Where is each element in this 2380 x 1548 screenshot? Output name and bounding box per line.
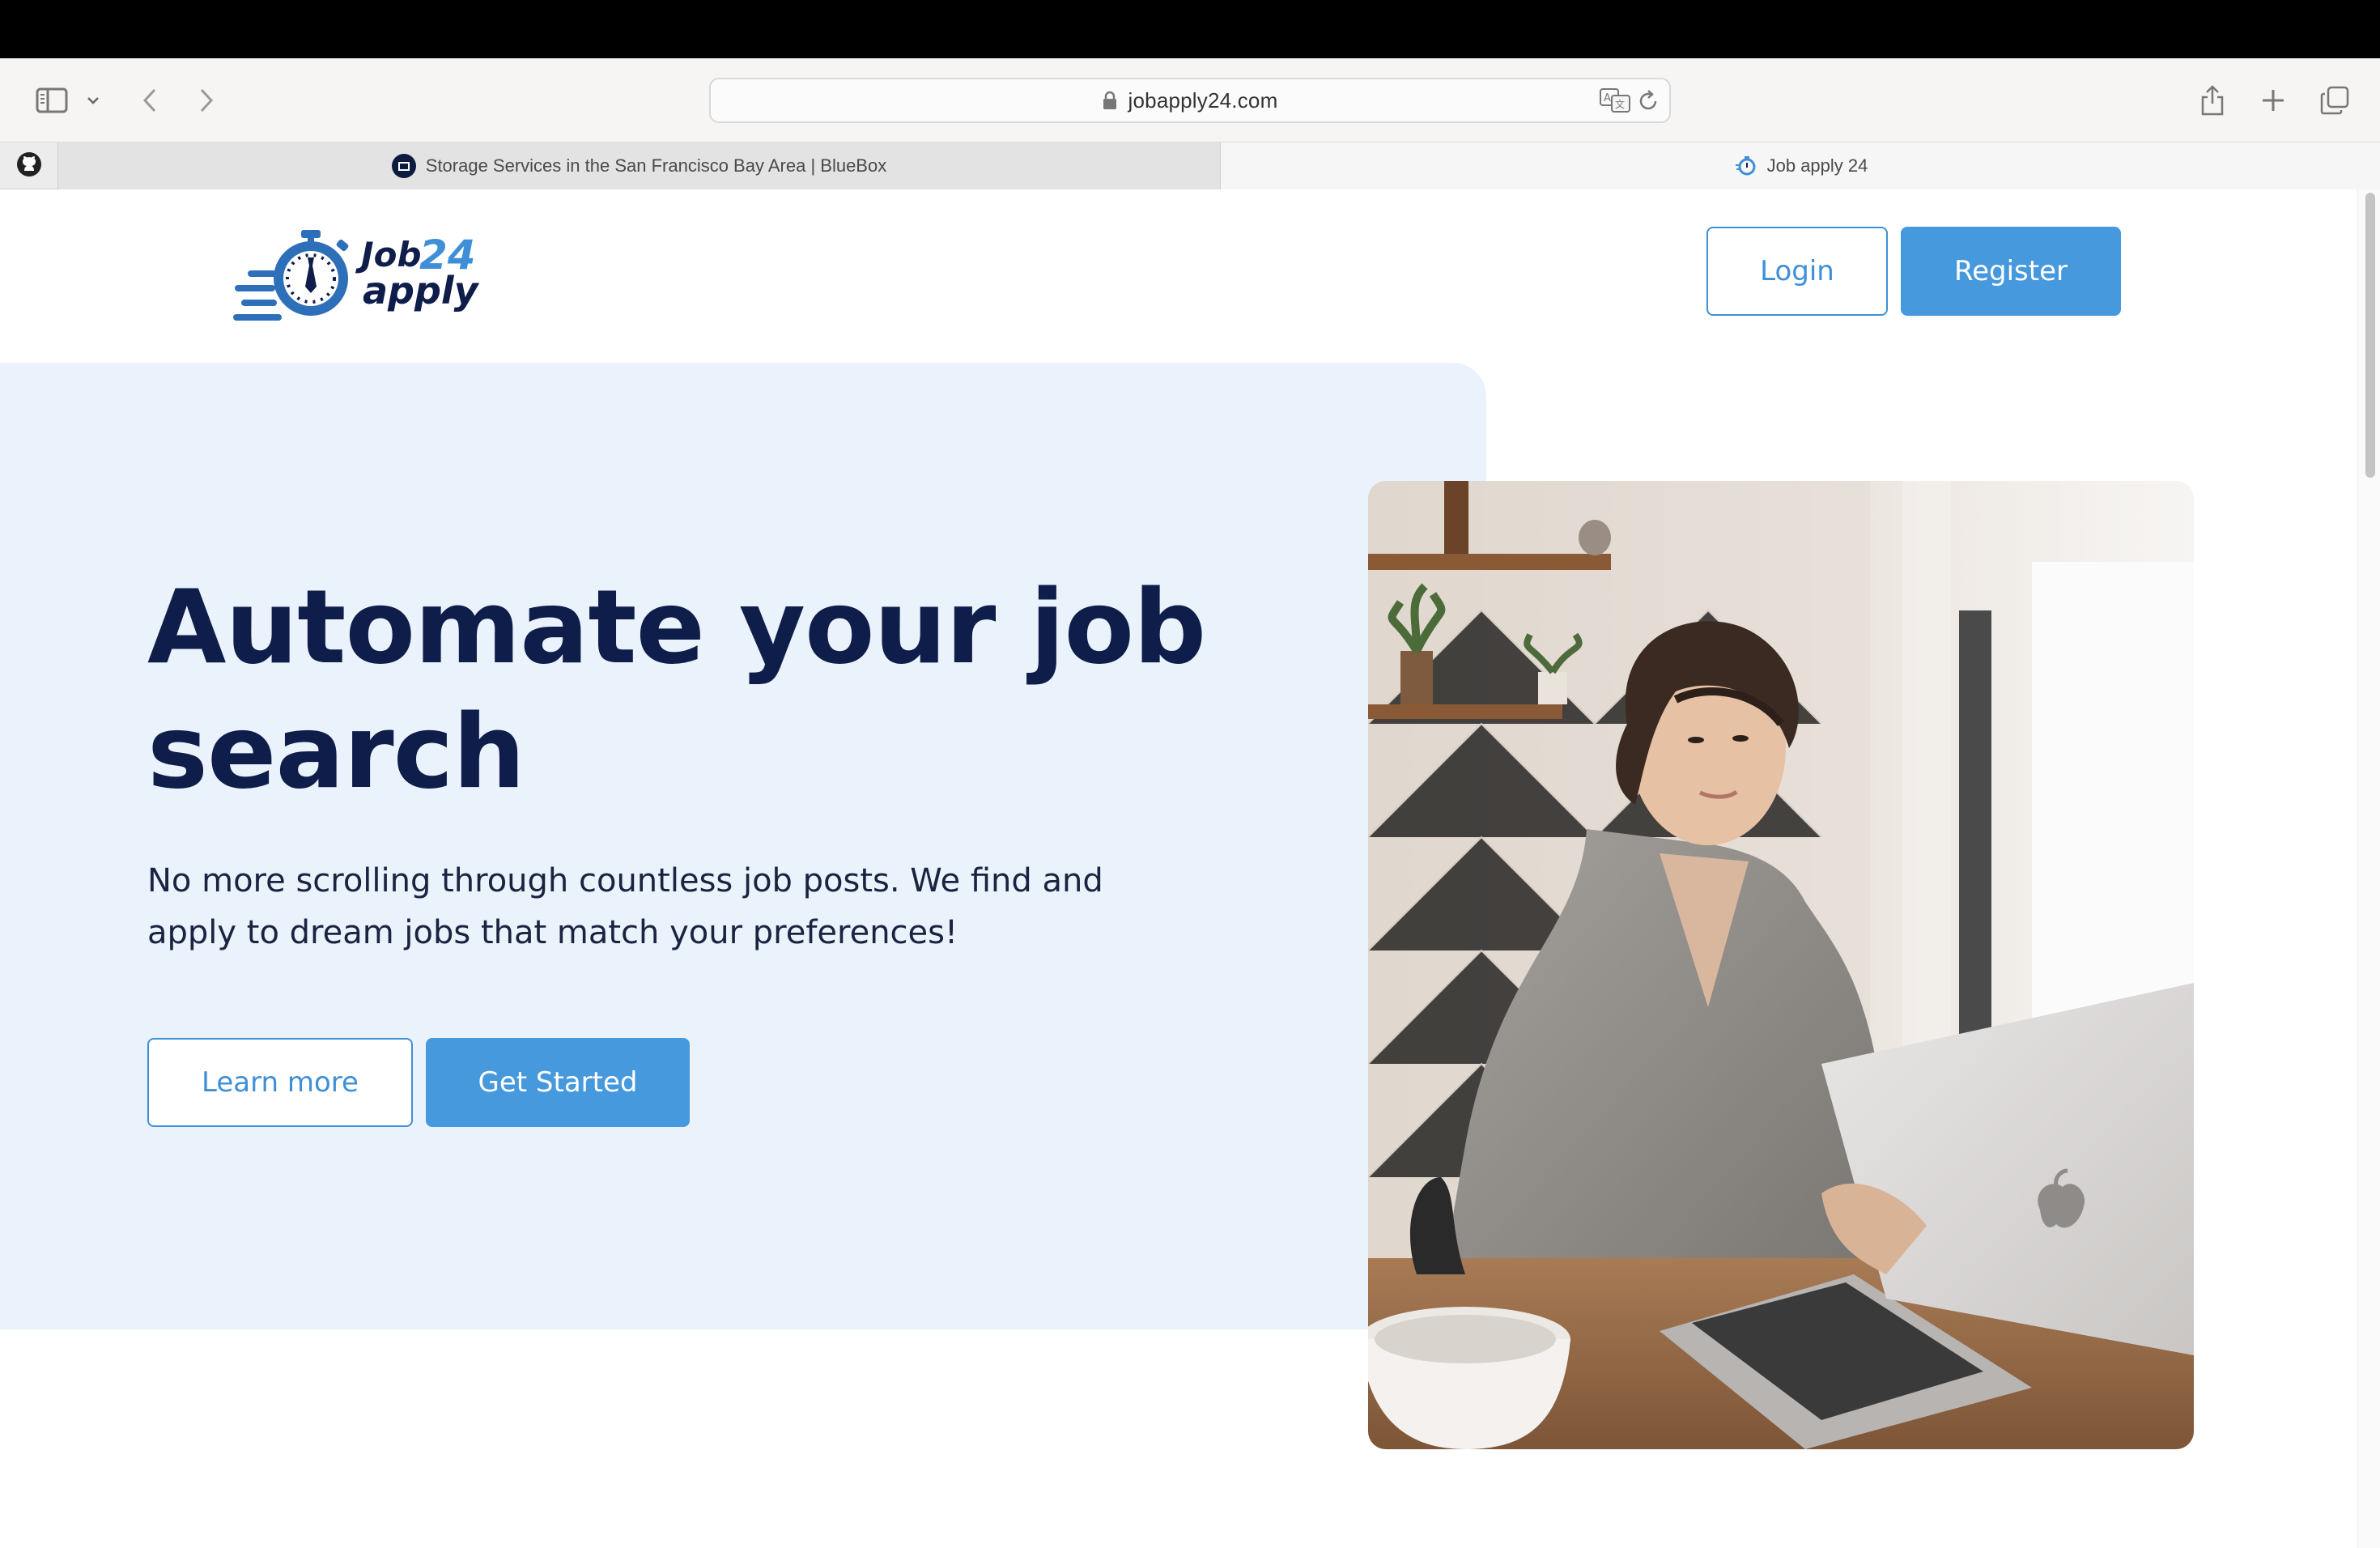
share-icon[interactable]: [2192, 78, 2233, 123]
forward-arrow-icon[interactable]: [186, 78, 227, 123]
sidebar-toggle-icon[interactable]: [28, 78, 76, 123]
tab-overview-icon[interactable]: [2312, 78, 2357, 123]
lock-icon: [1103, 91, 1117, 110]
svg-text:A: A: [1604, 92, 1611, 104]
svg-text:文: 文: [1615, 98, 1625, 110]
page-viewport: Job 24 apply Login Register Automate you…: [0, 189, 2380, 1548]
hero-title: Automate your job search: [147, 568, 1206, 811]
hero-photo-woman-laptop: [1368, 481, 2194, 1449]
chevron-down-icon[interactable]: [81, 78, 105, 123]
hero-subtitle: No more scrolling through countless job …: [147, 862, 1103, 951]
tab-label: Storage Services in the San Francisco Ba…: [425, 155, 887, 176]
site-header: Job 24 apply Login Register: [0, 189, 2357, 363]
learn-more-button[interactable]: Learn more: [147, 1038, 413, 1127]
login-button[interactable]: Login: [1706, 227, 1888, 316]
site-logo[interactable]: Job 24 apply: [233, 230, 484, 327]
hero-background: [0, 363, 1486, 1329]
page-scrollbar[interactable]: [2357, 189, 2380, 1548]
tab-bluebox[interactable]: Storage Services in the San Francisco Ba…: [58, 142, 1221, 189]
address-bar[interactable]: jobapply24.com A文: [709, 78, 1671, 123]
get-started-button[interactable]: Get Started: [426, 1038, 690, 1127]
logo-text-apply: apply: [363, 269, 478, 313]
os-menu-bar: [0, 0, 2380, 58]
back-arrow-icon[interactable]: [130, 78, 170, 123]
jobapply-favicon-icon: [1733, 154, 1757, 178]
bluebox-favicon-icon: [391, 154, 416, 178]
tab-jobapply[interactable]: Job apply 24: [1221, 142, 2380, 189]
new-tab-icon[interactable]: [2250, 78, 2296, 123]
github-icon: [16, 151, 42, 181]
scrollbar-thumb[interactable]: [2365, 193, 2375, 478]
tab-label: Job apply 24: [1766, 155, 1868, 176]
pinned-tab-github[interactable]: [0, 142, 58, 189]
tab-strip: Storage Services in the San Francisco Ba…: [0, 142, 2380, 189]
register-button[interactable]: Register: [1901, 227, 2121, 316]
translate-icon[interactable]: A文: [1600, 87, 1630, 117]
url-text: jobapply24.com: [1128, 87, 1278, 113]
reload-icon[interactable]: [1637, 89, 1660, 117]
stopwatch-logo-icon: [233, 230, 349, 321]
